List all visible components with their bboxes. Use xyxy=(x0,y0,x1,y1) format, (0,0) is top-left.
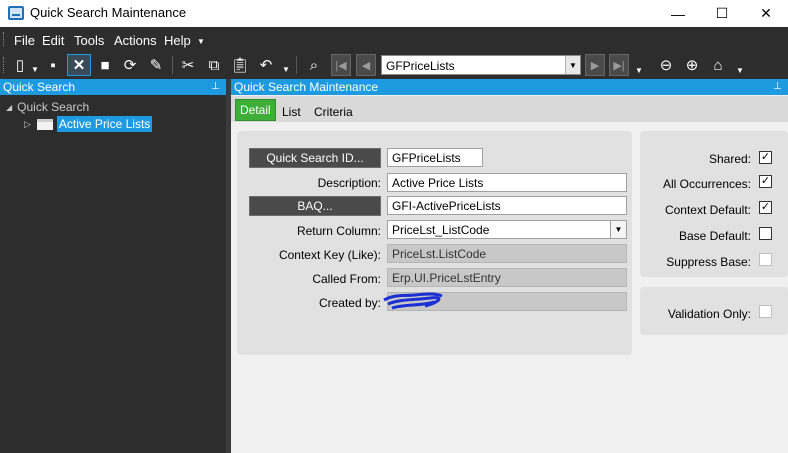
previous-icon[interactable]: ◀ xyxy=(356,54,376,76)
menu-tools[interactable]: Tools xyxy=(74,33,104,48)
cut-icon[interactable]: ✂ xyxy=(177,54,199,76)
menu-edit[interactable]: Edit xyxy=(42,33,64,48)
home-dropdown-icon[interactable]: ▼ xyxy=(736,66,744,75)
all-occurrences-checkbox[interactable]: ✓ xyxy=(759,175,772,188)
maximize-button[interactable]: ☐ xyxy=(700,0,744,27)
base-default-label: Base Default: xyxy=(678,229,751,243)
last-icon[interactable]: ▶| xyxy=(609,54,629,76)
close-button[interactable]: ✕ xyxy=(744,0,788,27)
created-by-label: Created by: xyxy=(318,296,381,310)
return-column-select[interactable]: PriceLst_ListCode ▼ xyxy=(387,220,627,239)
called-from-label: Called From: xyxy=(312,272,381,286)
validation-only-checkbox xyxy=(759,305,772,318)
forward-icon[interactable]: ⊕ xyxy=(681,54,703,76)
folder-icon xyxy=(36,118,53,130)
back-icon[interactable]: ⊖ xyxy=(655,54,677,76)
redaction-scribble xyxy=(383,292,443,310)
clear-icon[interactable]: ✎ xyxy=(145,54,167,76)
minimize-button[interactable]: — xyxy=(656,0,700,27)
toolbar-grip xyxy=(3,57,6,73)
pin-icon[interactable]: ⊥ xyxy=(211,79,220,95)
quick-search-id-field[interactable]: GFPriceLists xyxy=(387,148,483,167)
return-column-label: Return Column: xyxy=(296,224,381,238)
save-icon[interactable]: ▪ xyxy=(42,54,64,76)
base-default-checkbox[interactable] xyxy=(759,227,772,240)
menu-file[interactable]: File xyxy=(14,33,35,48)
menu-overflow-icon[interactable]: ▼ xyxy=(197,37,205,46)
title-bar: Quick Search Maintenance — ☐ ✕ xyxy=(0,0,788,27)
undo-dropdown-icon[interactable]: ▼ xyxy=(282,65,290,74)
paste-icon[interactable]: 📋︎ xyxy=(229,54,251,76)
suppress-base-label: Suppress Base: xyxy=(666,255,751,269)
record-selector-value: GFPriceLists xyxy=(386,59,455,73)
undo-icon[interactable]: ↶ xyxy=(255,54,277,76)
chevron-down-icon[interactable]: ▼ xyxy=(610,221,626,238)
left-pane-header: Quick Search ⊥ xyxy=(0,79,226,95)
menu-help[interactable]: Help xyxy=(164,33,191,48)
menu-bar: File Edit Tools Actions Help ▼ xyxy=(0,27,788,51)
quick-search-id-button[interactable]: Quick Search ID... xyxy=(249,148,381,168)
next-icon[interactable]: ▶ xyxy=(585,54,605,76)
nav-dropdown-icon[interactable]: ▼ xyxy=(635,66,643,75)
delete-icon[interactable]: ✕ xyxy=(67,54,91,76)
context-key-label: Context Key (Like): xyxy=(278,248,381,262)
tab-criteria[interactable]: Criteria xyxy=(314,105,353,119)
toolbar-separator xyxy=(296,56,297,74)
copy-icon[interactable]: ⧉ xyxy=(203,54,225,76)
home-icon[interactable]: ⌂ xyxy=(707,54,729,76)
record-selector-combo[interactable]: GFPriceLists ▼ xyxy=(381,55,581,75)
first-icon[interactable]: |◀ xyxy=(331,54,351,76)
all-occurrences-label: All Occurrences: xyxy=(662,177,751,191)
shared-label: Shared: xyxy=(708,152,751,166)
window-title: Quick Search Maintenance xyxy=(30,5,187,20)
shared-checkbox[interactable]: ✓ xyxy=(759,151,772,164)
tree-item-label: Active Price Lists xyxy=(56,116,153,132)
menu-actions[interactable]: Actions xyxy=(114,33,157,48)
app-icon xyxy=(8,6,24,20)
new-icon[interactable]: ▯ xyxy=(10,54,30,76)
tree-root[interactable]: ◢ Quick Search xyxy=(6,100,89,114)
app-window: Quick Search Maintenance — ☐ ✕ File Edit… xyxy=(0,0,788,453)
return-column-value: PriceLst_ListCode xyxy=(392,223,490,237)
chevron-down-icon[interactable]: ▼ xyxy=(565,56,580,74)
context-default-label: Context Default: xyxy=(664,203,751,217)
baq-button[interactable]: BAQ... xyxy=(249,196,381,216)
right-pane-header: Quick Search Maintenance ⊥ xyxy=(231,79,788,95)
context-key-field: PriceLst.ListCode xyxy=(387,244,627,263)
refresh-icon[interactable]: ⟳ xyxy=(119,54,141,76)
tree-collapse-icon[interactable]: ▷ xyxy=(24,119,31,130)
baq-field[interactable]: GFI-ActivePriceLists xyxy=(387,196,627,215)
validation-only-label: Validation Only: xyxy=(667,307,751,321)
menu-grip xyxy=(3,32,6,46)
left-pane-title: Quick Search xyxy=(3,80,76,94)
suppress-base-checkbox xyxy=(759,253,772,266)
pin-icon[interactable]: ⊥ xyxy=(773,79,782,95)
stop-icon[interactable]: ■ xyxy=(94,54,116,76)
tree-root-label: Quick Search xyxy=(17,100,90,114)
search-icon[interactable]: ⌕ xyxy=(303,54,325,76)
toolbar-separator xyxy=(172,56,173,74)
tab-detail[interactable]: Detail xyxy=(235,99,276,121)
tab-list[interactable]: List xyxy=(282,105,301,119)
left-pane xyxy=(0,79,226,453)
tree-expand-icon[interactable]: ◢ xyxy=(6,103,12,112)
called-from-field: Erp.UI.PriceLstEntry xyxy=(387,268,627,287)
context-default-checkbox[interactable]: ✓ xyxy=(759,201,772,214)
right-pane-title: Quick Search Maintenance xyxy=(234,80,379,94)
description-field[interactable]: Active Price Lists xyxy=(387,173,627,192)
tree-item-active-price-lists[interactable]: ▷ Active Price Lists xyxy=(24,116,153,132)
new-dropdown-icon[interactable]: ▼ xyxy=(31,65,39,74)
description-label: Description: xyxy=(317,176,381,190)
